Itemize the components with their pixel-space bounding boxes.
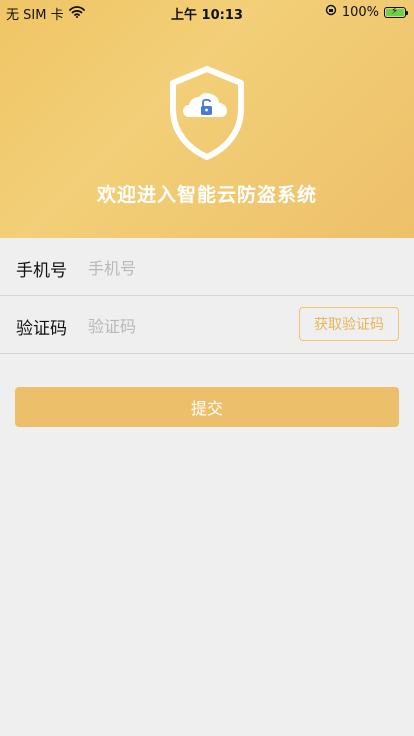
phone-row: 手机号 [0,238,414,296]
login-form: 手机号 验证码 获取验证码 [0,238,414,354]
code-label: 验证码 [16,319,67,339]
status-bar: 无 SIM 卡 上午 10:13 100% ⚡ [0,0,414,24]
phone-input[interactable] [86,251,290,285]
submit-button[interactable]: 提交 [15,387,399,427]
code-row: 验证码 获取验证码 [0,296,414,354]
rotation-lock-icon [325,4,337,20]
code-input[interactable] [86,309,290,343]
welcome-title: 欢迎进入智能云防盗系统 [96,184,317,206]
shield-cloud-lock-icon [167,65,247,161]
phone-label: 手机号 [16,261,67,281]
battery-percent: 100% [341,4,379,20]
get-code-button[interactable]: 获取验证码 [299,307,399,341]
header-banner: 欢迎进入智能云防盗系统 [0,0,414,238]
battery-icon: ⚡ [384,6,408,18]
